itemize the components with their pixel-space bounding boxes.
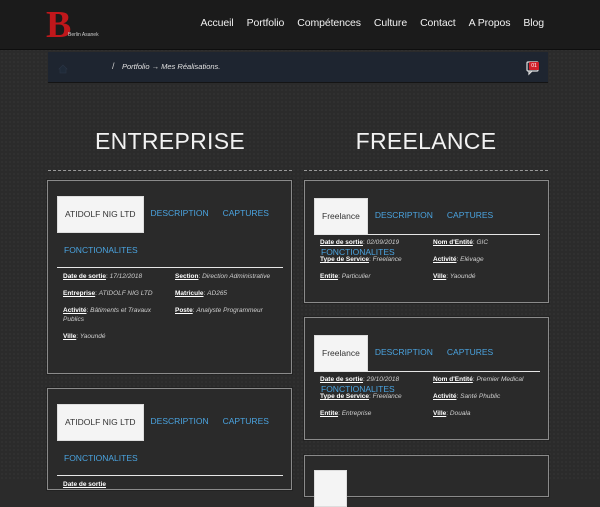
enterprise-tabs: ATIDOLF NIG LTD DESCRIPTION CAPTURES FON… [57, 404, 283, 476]
logo-mark: B [46, 4, 72, 46]
entite-value: Entreprise [341, 410, 372, 417]
freelance-divider [304, 170, 548, 171]
activite-label: Activité [433, 256, 457, 263]
enterprise-heading: ENTREPRISE [95, 128, 245, 154]
ville-value: Yaoundé [449, 273, 476, 280]
tab-fonctionalites[interactable]: FONCTIONALITES [57, 233, 145, 268]
nom-label: Nom d'Entité [433, 376, 473, 383]
activite-label: Activité [433, 393, 457, 400]
top-navbar: B Berlin Asanek Accueil Portfolio Compét… [0, 0, 600, 50]
freelance-info-left: Date de sortie: 29/10/2018 Type de Servi… [320, 376, 402, 417]
poste-value: Analyste Programmeur [196, 307, 263, 314]
tab-description[interactable]: DESCRIPTION [368, 198, 440, 233]
main-nav: Accueil Portfolio Compétences Culture Co… [200, 17, 544, 29]
breadcrumb: / Portfolio → Mes Réalisations. 01 [48, 52, 548, 83]
type-value: Freelance [372, 256, 402, 263]
date-value: 29/10/2018 [366, 376, 400, 383]
tab-freelance[interactable] [314, 470, 347, 507]
section-value: Direction Administrative [202, 273, 271, 280]
logo-text: Berlin Asanek [68, 32, 99, 38]
site-logo[interactable]: B Berlin Asanek [46, 6, 116, 44]
entreprise-label: Entreprise [63, 290, 96, 297]
tab-captures[interactable]: CAPTURES [216, 196, 276, 231]
date-value: 02/09/2019 [366, 239, 400, 246]
entite-label: Entite [320, 273, 339, 280]
tabs-underline [57, 267, 283, 268]
enterprise-divider [48, 170, 292, 171]
freelance-card: Freelance DESCRIPTION CAPTURES FONCTIONA… [304, 317, 549, 440]
breadcrumb-path[interactable]: Portfolio → Mes Réalisations. [122, 62, 220, 71]
notification-badge: 01 [529, 62, 539, 70]
enterprise-info-left: Date de sortie: 17/12/2018 Entreprise: A… [63, 273, 153, 340]
nav-competences[interactable]: Compétences [297, 17, 361, 29]
tab-fonctionalites[interactable]: FONCTIONALITES [57, 441, 145, 476]
tab-captures[interactable]: CAPTURES [440, 335, 500, 370]
tabs-underline [314, 371, 540, 372]
date-label: Date de sortie [320, 239, 363, 246]
tab-description[interactable]: DESCRIPTION [368, 335, 440, 370]
chat-icon[interactable]: 01 [526, 58, 542, 76]
enterprise-info-left: Date de sortie [63, 480, 173, 497]
date-value: 17/12/2018 [109, 273, 143, 280]
nav-a-propos[interactable]: A Propos [469, 17, 511, 29]
nom-value: GIC [476, 239, 489, 246]
tab-company[interactable]: ATIDOLF NIG LTD [57, 196, 144, 233]
nom-value: Premier Medical [476, 376, 524, 383]
type-value: Freelance [372, 393, 402, 400]
entite-label: Entite [320, 410, 339, 417]
ville-label: Ville [433, 410, 447, 417]
section-label: Section [175, 273, 199, 280]
date-label: Date de sortie [320, 376, 363, 383]
entite-value: Particulier [341, 273, 371, 280]
ville-label: Ville [63, 333, 77, 340]
freelance-card [304, 455, 549, 507]
enterprise-tabs: ATIDOLF NIG LTD DESCRIPTION CAPTURES FON… [57, 196, 283, 268]
ville-label: Ville [433, 273, 447, 280]
tabs-underline [314, 234, 540, 235]
matricule-label: Matricule [175, 290, 204, 297]
nom-label: Nom d'Entité [433, 239, 473, 246]
ville-value: Yaoundé [79, 333, 106, 340]
freelance-info-left: Date de sortie: 02/09/2019 Type de Servi… [320, 239, 402, 280]
tab-company[interactable]: ATIDOLF NIG LTD [57, 404, 144, 441]
freelance-card: Freelance DESCRIPTION CAPTURES FONCTIONA… [304, 180, 549, 303]
tab-freelance[interactable]: Freelance [314, 335, 368, 372]
nav-accueil[interactable]: Accueil [200, 17, 233, 29]
poste-label: Poste [175, 307, 193, 314]
tab-freelance[interactable]: Freelance [314, 198, 368, 235]
tab-captures[interactable]: CAPTURES [440, 198, 500, 233]
entreprise-value: ATIDOLF NIG LTD [98, 290, 153, 297]
freelance-info-right: Nom d'Entité: Premier Medical Activité: … [433, 376, 524, 417]
date-label: Date de sortie [63, 273, 106, 280]
nav-portfolio[interactable]: Portfolio [247, 17, 285, 29]
tab-description[interactable]: DESCRIPTION [144, 404, 216, 439]
type-label: Type de Service [320, 393, 370, 400]
nav-blog[interactable]: Blog [523, 17, 544, 29]
tab-captures[interactable]: CAPTURES [216, 404, 276, 439]
activite-value: Santé Phublic [460, 393, 501, 400]
tab-description[interactable]: DESCRIPTION [144, 196, 216, 231]
freelance-heading: FREELANCE [355, 128, 497, 154]
date-label: Date de sortie [63, 481, 106, 488]
ville-value: Douala [449, 410, 471, 417]
type-label: Type de Service [320, 256, 370, 263]
enterprise-card: ATIDOLF NIG LTD DESCRIPTION CAPTURES FON… [47, 388, 292, 490]
enterprise-info-right: Section: Direction Administrative Matric… [175, 273, 271, 314]
matricule-value: AD265 [207, 290, 228, 297]
home-icon[interactable] [58, 61, 68, 79]
activite-value: Elévage [460, 256, 484, 263]
nav-contact[interactable]: Contact [420, 17, 456, 29]
breadcrumb-separator: / [112, 61, 115, 71]
tabs-underline [57, 475, 283, 476]
activite-label: Activité [63, 307, 87, 314]
nav-culture[interactable]: Culture [374, 17, 407, 29]
enterprise-card: ATIDOLF NIG LTD DESCRIPTION CAPTURES FON… [47, 180, 292, 374]
freelance-tabs [314, 470, 540, 507]
freelance-info-right: Nom d'Entité: GIC Activité: Elévage Vill… [433, 239, 489, 280]
